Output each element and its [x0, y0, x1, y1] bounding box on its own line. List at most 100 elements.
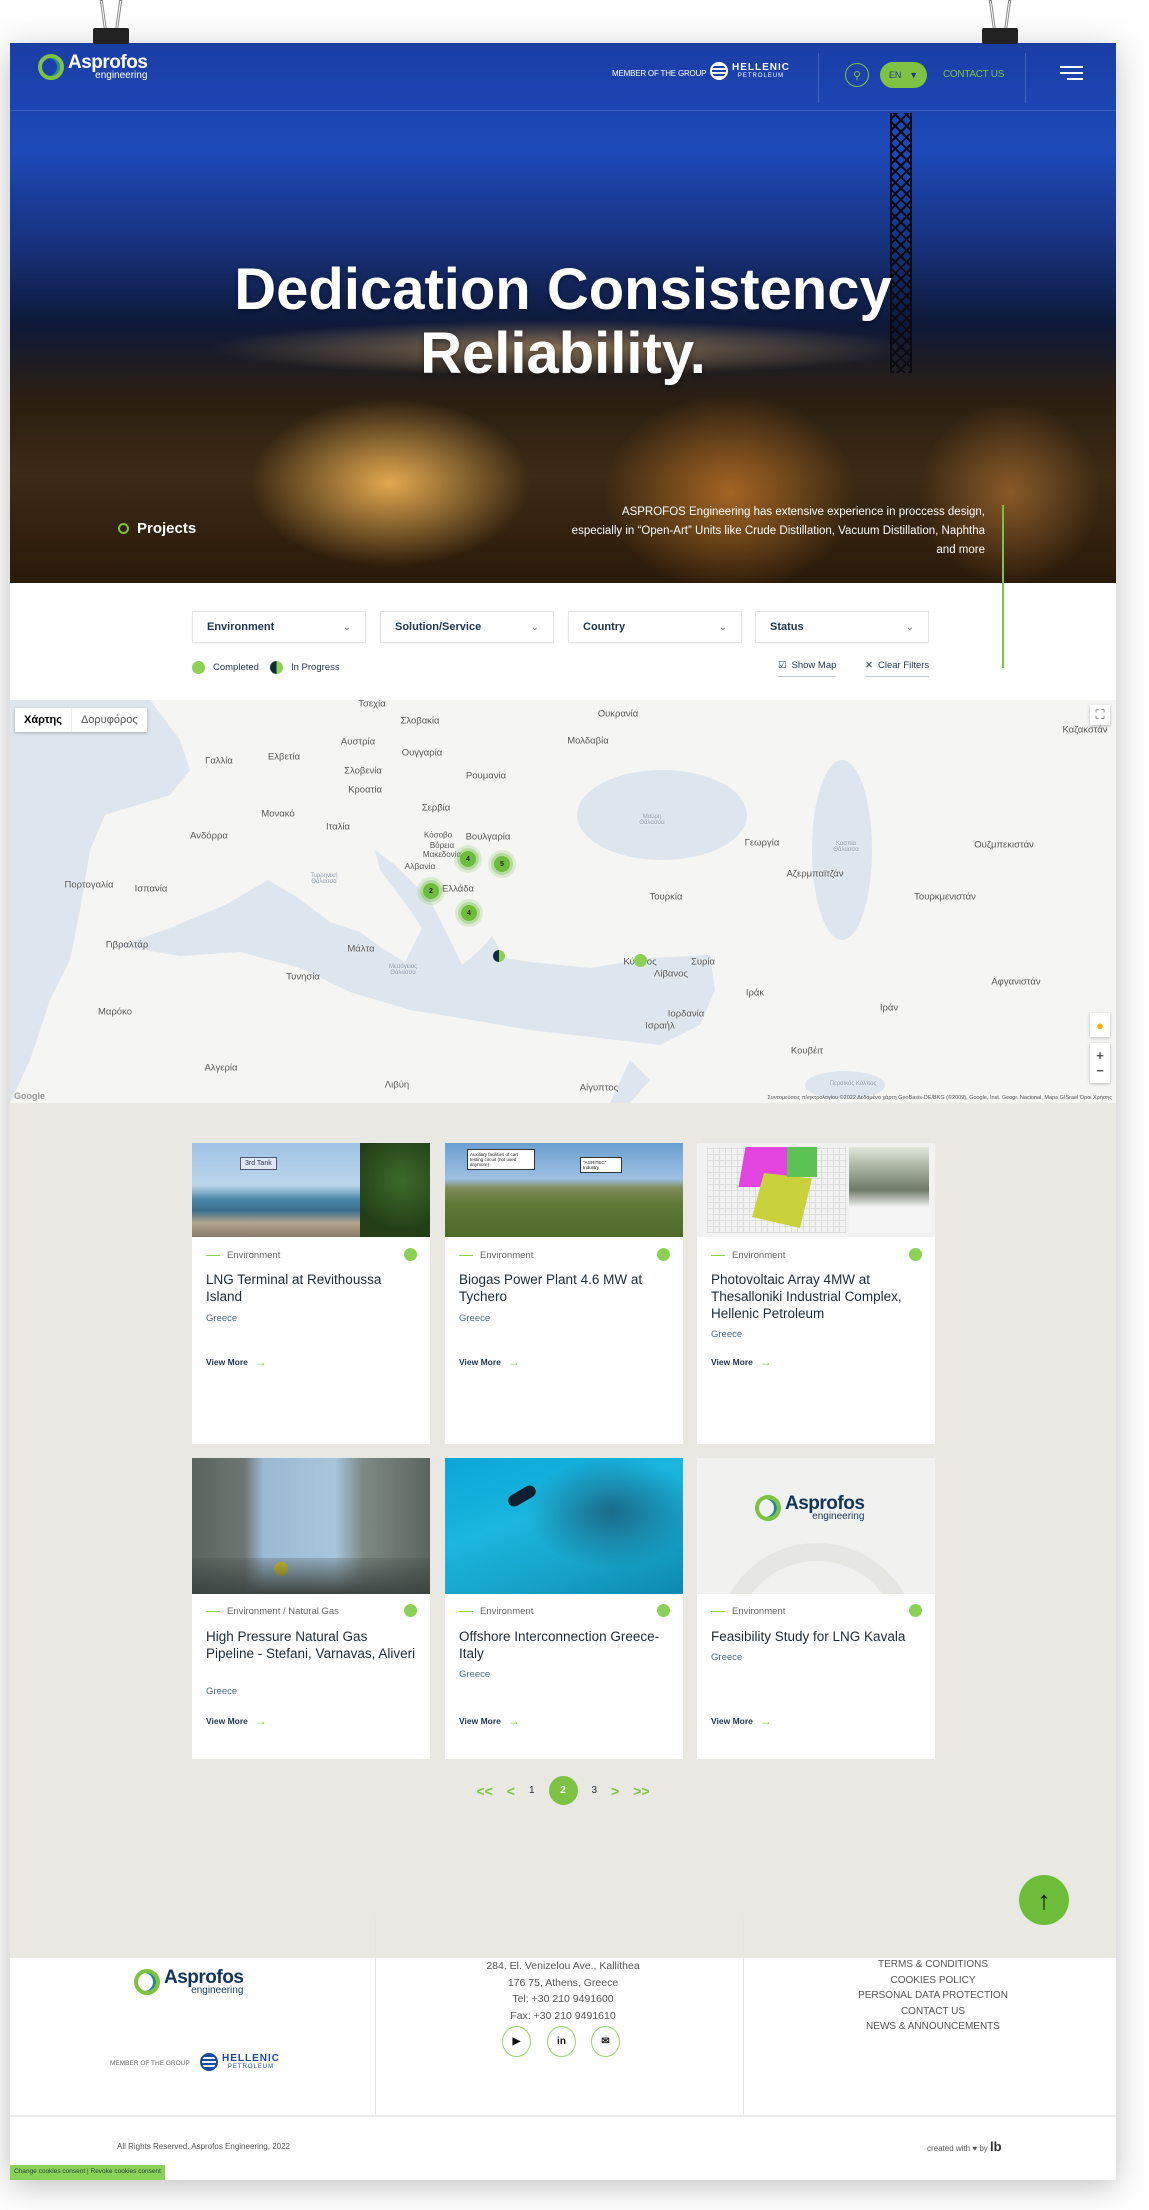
map-label: Σλοβενία [344, 765, 382, 777]
map-label: Σερβία [421, 802, 451, 814]
map-label: Αίγυπτος [579, 1082, 619, 1094]
map-type-map-button[interactable]: Χάρτης [15, 708, 71, 732]
view-more-link[interactable]: View More → [459, 1355, 520, 1369]
project-card[interactable]: Environment Offshore Interconnection Gre… [445, 1458, 683, 1759]
completed-dot-icon [192, 661, 205, 674]
map-cluster-marker[interactable]: 4 [461, 905, 477, 921]
search-button[interactable]: ⚲ [845, 63, 869, 87]
map-cluster-marker[interactable]: 5 [494, 856, 510, 872]
project-title[interactable]: Feasibility Study for LNG Kavala [711, 1628, 921, 1645]
map-cluster-marker[interactable]: 4 [460, 851, 476, 867]
footer-logo[interactable]: Asprofos engineering [134, 1968, 244, 1996]
show-map-toggle[interactable]: ☑ Show Map [778, 660, 837, 677]
legend-in-progress: In Progress [270, 661, 340, 674]
map-type-satellite-button[interactable]: Δορυφόρος [70, 708, 147, 732]
map-label: Κόσοβο [423, 830, 453, 840]
footer-link-contact[interactable]: CONTACT US [750, 2004, 1116, 2020]
page-3-button[interactable]: 3 [592, 1785, 598, 1796]
hero-banner: Asprofos engineering MEMBER OF THE GROUP … [10, 43, 1116, 583]
project-card[interactable]: Environment / Natural Gas High Pressure … [192, 1458, 430, 1759]
project-image [192, 1458, 430, 1594]
footer-link-terms[interactable]: TERMS & CONDITIONS [750, 1957, 1116, 1973]
linkedin-icon[interactable]: in [547, 2026, 576, 2057]
filter-solution-service[interactable]: Solution/Service ⌄ [380, 611, 554, 643]
zoom-in-icon[interactable]: + [1096, 1048, 1104, 1063]
map-label: Τουρκία [649, 891, 683, 903]
footer-hellenic-logo[interactable]: HELLENIC PETROLEUM [200, 2053, 280, 2071]
project-title[interactable]: Biogas Power Plant 4.6 MW at Tychero [459, 1271, 669, 1305]
cookie-consent-bar: Change cookies consent | Revoke cookies … [10, 2165, 165, 2180]
map-cluster-marker[interactable]: 2 [423, 883, 439, 899]
contact-us-link[interactable]: CONTACT US [943, 69, 1004, 80]
pegman-icon[interactable]: ● [1090, 1013, 1110, 1037]
project-country: Greece [711, 1329, 743, 1340]
chevron-down-icon: ⌄ [530, 621, 539, 633]
view-more-link[interactable]: View More → [711, 1714, 772, 1728]
map-label: Μάλτα [347, 943, 375, 955]
language-selector[interactable]: EN ▼ [880, 62, 927, 88]
project-title[interactable]: Offshore Interconnection Greece-Italy [459, 1628, 669, 1662]
projects-map[interactable]: Τσεχία Σλοβακία Αυστρία Ουγγαρία Γαλλία … [10, 700, 1116, 1103]
map-attribution[interactable]: Συντομεύσεις πληκτρολογίου ©2022 Δεδομέν… [768, 1095, 1112, 1101]
project-country: Greece [206, 1686, 238, 1697]
view-more-link[interactable]: View More → [206, 1355, 267, 1369]
filter-environment[interactable]: Environment ⌄ [192, 611, 366, 643]
project-card[interactable]: Asprofos engineering Environment Feasibil… [697, 1458, 935, 1759]
checkbox-checked-icon[interactable]: ☑ [778, 660, 787, 671]
ring-icon [118, 523, 129, 534]
footer-link-privacy[interactable]: PERSONAL DATA PROTECTION [750, 1988, 1116, 2004]
sea-label: Τυρρηνική Θάλασσα [310, 873, 338, 885]
footer-link-news[interactable]: NEWS & ANNOUNCEMENTS [750, 2019, 1116, 2035]
footer-link-cookies[interactable]: COOKIES POLICY [750, 1973, 1116, 1989]
zoom-control[interactable]: + − [1090, 1043, 1110, 1083]
view-more-link[interactable]: View More → [711, 1355, 772, 1369]
page-2-button[interactable]: 2 [548, 1776, 578, 1805]
project-title[interactable]: LNG Terminal at Revithoussa Island [206, 1271, 416, 1305]
map-label: Γαλλία [205, 755, 233, 767]
arrow-right-icon: → [507, 1355, 520, 1369]
status-completed-icon [909, 1604, 922, 1617]
map-marker-in-progress[interactable] [493, 950, 505, 962]
change-cookies-link[interactable]: Change cookies consent [14, 2168, 85, 2175]
status-completed-icon [657, 1248, 670, 1261]
fullscreen-icon[interactable]: ⛶ [1090, 705, 1110, 725]
youtube-icon[interactable]: ▶ [502, 2026, 531, 2057]
project-image [697, 1143, 935, 1237]
sea-label: Μαύρη Θάλασσα [639, 814, 665, 826]
project-image: 3rd Tank [192, 1143, 430, 1237]
status-completed-icon [404, 1604, 417, 1617]
filter-country[interactable]: Country ⌄ [568, 611, 742, 643]
created-by[interactable]: created with ♥ by lb [927, 2139, 1002, 2154]
next-page-button[interactable]: > [611, 1783, 619, 1799]
status-completed-icon [404, 1248, 417, 1261]
view-more-link[interactable]: View More → [459, 1714, 520, 1728]
page-1-button[interactable]: 1 [529, 1785, 535, 1796]
hellenic-petroleum-logo[interactable]: HELLENIC PETROLEUM [710, 62, 790, 80]
project-title[interactable]: High Pressure Natural Gas Pipeline - Ste… [206, 1628, 416, 1662]
scroll-to-top-button[interactable]: ↑ [1019, 1875, 1069, 1925]
brand-logo[interactable]: Asprofos engineering [38, 53, 148, 81]
project-card[interactable]: 3rd Tank Environment LNG Terminal at Rev… [192, 1143, 430, 1444]
map-label: Βουλγαρία [465, 831, 511, 843]
map-label: Γεωργία [744, 837, 780, 849]
project-title[interactable]: Photovoltaic Array 4MW at Thesalloniki I… [711, 1271, 921, 1322]
sea-label: Μεσόγειος Θάλασσα [389, 964, 417, 976]
map-label: Ελβετία [267, 751, 301, 763]
pagination: << < 1 2 3 > >> [10, 1776, 1116, 1805]
project-card[interactable]: Auxiliary facilities of cart testing cir… [445, 1143, 683, 1444]
map-marker-completed[interactable] [634, 954, 647, 967]
view-more-link[interactable]: View More → [206, 1714, 267, 1728]
email-icon[interactable]: ✉ [591, 2026, 620, 2057]
revoke-cookies-link[interactable]: Revoke cookies consent [91, 2168, 161, 2175]
first-page-button[interactable]: << [476, 1783, 492, 1799]
filter-status[interactable]: Status ⌄ [755, 611, 929, 643]
map-label: Ιορδανία [667, 1008, 705, 1020]
map-label: Πορτογαλία [64, 879, 114, 891]
last-page-button[interactable]: >> [633, 1783, 649, 1799]
clear-filters-button[interactable]: ✕ Clear Filters [865, 660, 930, 677]
project-card[interactable]: Environment Photovoltaic Array 4MW at Th… [697, 1143, 935, 1444]
map-label: Κουβέιτ [790, 1045, 824, 1057]
zoom-out-icon[interactable]: − [1096, 1063, 1104, 1078]
prev-page-button[interactable]: < [507, 1783, 515, 1799]
hamburger-icon[interactable] [1060, 66, 1083, 84]
